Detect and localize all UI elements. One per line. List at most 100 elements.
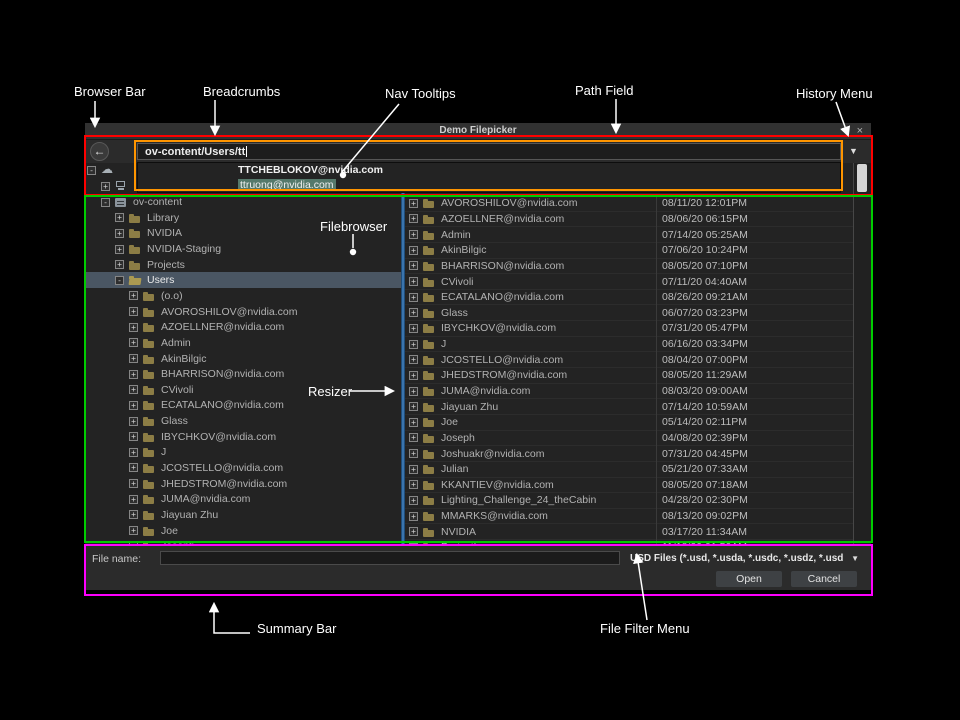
file-list-row[interactable]: +Joshuakr@nvidia.com07/31/20 04:45PM	[405, 446, 853, 462]
nav-tooltip-item[interactable]: TTCHEBLOKOV@nvidia.com	[138, 163, 840, 178]
tree-item[interactable]: -ov-content	[85, 194, 401, 210]
expander-toggle[interactable]: +	[409, 340, 418, 349]
file-list-row[interactable]: +J06/16/20 03:34PM	[405, 337, 853, 353]
expander-toggle[interactable]: +	[409, 308, 418, 317]
tree-item[interactable]: +JHEDSTROM@nvidia.com	[85, 476, 401, 492]
expander-toggle[interactable]: +	[409, 230, 418, 239]
expander-toggle[interactable]: +	[129, 323, 138, 332]
expander-toggle[interactable]: +	[129, 448, 138, 457]
scrollbar-thumb[interactable]	[857, 164, 867, 192]
expander-toggle[interactable]: +	[101, 182, 110, 191]
tree-item[interactable]: +Glass	[85, 413, 401, 429]
expander-toggle[interactable]: +	[129, 385, 138, 394]
tree-item[interactable]: +J	[85, 445, 401, 461]
tree-item[interactable]: +IBYCHKOV@nvidia.com	[85, 429, 401, 445]
expander-toggle[interactable]: +	[409, 277, 418, 286]
close-icon[interactable]: ×	[857, 125, 863, 137]
file-list-row[interactable]: +NVIDIA03/17/20 11:34AM	[405, 524, 853, 540]
expander-toggle[interactable]: +	[115, 245, 124, 254]
tree-item[interactable]: +Joseph	[85, 538, 401, 545]
expander-toggle[interactable]: +	[409, 527, 418, 536]
expander-toggle[interactable]: +	[129, 495, 138, 504]
expander-toggle[interactable]: -	[115, 276, 124, 285]
tree-item[interactable]: +AkinBilgic	[85, 351, 401, 367]
expander-toggle[interactable]: +	[129, 291, 138, 300]
tree-item[interactable]: +Jiayuan Zhu	[85, 507, 401, 523]
expander-toggle[interactable]: -	[87, 166, 96, 175]
expander-toggle[interactable]: +	[409, 433, 418, 442]
expander-toggle[interactable]: +	[409, 402, 418, 411]
file-list-row[interactable]: +KKANTIEV@nvidia.com08/05/20 07:18AM	[405, 478, 853, 494]
file-name-input[interactable]	[160, 551, 620, 565]
expander-toggle[interactable]: +	[409, 418, 418, 427]
expander-toggle[interactable]: +	[409, 293, 418, 302]
expander-toggle[interactable]: +	[129, 354, 138, 363]
file-list-row[interactable]: +Jiayuan Zhu07/14/20 10:59AM	[405, 399, 853, 415]
expander-toggle[interactable]: +	[409, 324, 418, 333]
expander-toggle[interactable]: +	[409, 465, 418, 474]
file-list-row[interactable]: +IBYCHKOV@nvidia.com07/31/20 05:47PM	[405, 321, 853, 337]
file-list-row[interactable]: +Joseph04/08/20 02:39PM	[405, 431, 853, 447]
expander-toggle[interactable]: +	[129, 338, 138, 347]
file-list-row[interactable]: +Lighting_Challenge_24_theCabin04/28/20 …	[405, 493, 853, 509]
expander-toggle[interactable]: +	[409, 246, 418, 255]
history-menu-button[interactable]: ▼	[845, 143, 862, 160]
nav-tooltip-item[interactable]: ttruong@nvidia.com	[138, 178, 840, 193]
tree-item[interactable]: +AZOELLNER@nvidia.com	[85, 319, 401, 335]
expander-toggle[interactable]: +	[409, 480, 418, 489]
tree-item[interactable]: +Admin	[85, 335, 401, 351]
tree-item[interactable]: +BHARRISON@nvidia.com	[85, 366, 401, 382]
dialog-titlebar[interactable]: Demo Filepicker ×	[85, 123, 871, 140]
open-button[interactable]: Open	[716, 571, 782, 587]
file-list-row[interactable]: +AVOROSHILOV@nvidia.com08/11/20 12:01PM	[405, 196, 853, 212]
file-list-row[interactable]: +MMARKS@nvidia.com08/13/20 09:02PM	[405, 509, 853, 525]
file-list-row[interactable]: +AkinBilgic07/06/20 10:24PM	[405, 243, 853, 259]
path-field[interactable]: ov-content/Users/tt	[137, 143, 841, 160]
expander-toggle[interactable]: +	[129, 479, 138, 488]
tree-item[interactable]: +CVivoli	[85, 382, 401, 398]
expander-toggle[interactable]: +	[409, 371, 418, 380]
file-list-row[interactable]: +AZOELLNER@nvidia.com08/06/20 06:15PM	[405, 212, 853, 228]
expander-toggle[interactable]: +	[115, 229, 124, 238]
expander-toggle[interactable]: +	[129, 307, 138, 316]
file-list-row[interactable]: +BHARRISON@nvidia.com08/05/20 07:10PM	[405, 259, 853, 275]
tree-item[interactable]: +JCOSTELLO@nvidia.com	[85, 460, 401, 476]
expander-toggle[interactable]: -	[101, 198, 110, 207]
tree-item[interactable]: +Joe	[85, 523, 401, 539]
tree-item[interactable]: +(o.o)	[85, 288, 401, 304]
back-button[interactable]: ←	[90, 142, 109, 161]
expander-toggle[interactable]: +	[409, 387, 418, 396]
expander-toggle[interactable]: +	[129, 370, 138, 379]
expander-toggle[interactable]: +	[409, 449, 418, 458]
expander-toggle[interactable]: +	[115, 260, 124, 269]
expander-toggle[interactable]: +	[129, 463, 138, 472]
scrollbar-track[interactable]	[853, 163, 871, 545]
expander-toggle[interactable]: +	[409, 261, 418, 270]
file-list-row[interactable]: +Joe05/14/20 02:11PM	[405, 415, 853, 431]
file-list-row[interactable]: +ECATALANO@nvidia.com08/26/20 09:21AM	[405, 290, 853, 306]
tree-item[interactable]: +Projects	[85, 257, 401, 273]
cancel-button[interactable]: Cancel	[791, 571, 857, 587]
tree-item[interactable]: +JUMA@nvidia.com	[85, 491, 401, 507]
file-list-row[interactable]: +JUMA@nvidia.com08/03/20 09:00AM	[405, 384, 853, 400]
tree-item[interactable]: +AVOROSHILOV@nvidia.com	[85, 304, 401, 320]
tree-item[interactable]: +ECATALANO@nvidia.com	[85, 398, 401, 414]
file-list-row[interactable]: +CVivoli07/11/20 04:40AM	[405, 274, 853, 290]
file-list-row[interactable]: +JHEDSTROM@nvidia.com08/05/20 11:29AM	[405, 368, 853, 384]
tree-item[interactable]: +NVIDIA-Staging	[85, 241, 401, 257]
expander-toggle[interactable]: +	[409, 355, 418, 364]
expander-toggle[interactable]: +	[129, 432, 138, 441]
file-filter-menu[interactable]: USD Files (*.usd, *.usda, *.usdc, *.usdz…	[630, 551, 859, 566]
expander-toggle[interactable]: +	[409, 496, 418, 505]
tree-item[interactable]: -Users	[85, 272, 401, 288]
expander-toggle[interactable]: +	[409, 199, 418, 208]
expander-toggle[interactable]: +	[115, 213, 124, 222]
expander-toggle[interactable]: +	[129, 510, 138, 519]
file-list-row[interactable]: +JCOSTELLO@nvidia.com08/04/20 07:00PM	[405, 352, 853, 368]
expander-toggle[interactable]: +	[409, 214, 418, 223]
file-list-row[interactable]: +Admin07/14/20 05:25AM	[405, 227, 853, 243]
expander-toggle[interactable]: +	[129, 526, 138, 535]
expander-toggle[interactable]: +	[129, 417, 138, 426]
expander-toggle[interactable]: +	[129, 401, 138, 410]
expander-toggle[interactable]: +	[409, 512, 418, 521]
